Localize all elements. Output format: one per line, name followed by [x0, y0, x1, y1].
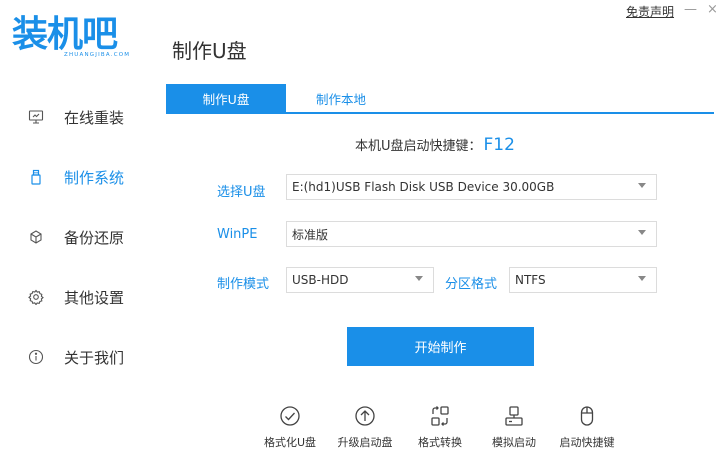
usb-select-value: E:(hd1)USB Flash Disk USB Device 30.00GB: [292, 180, 555, 194]
monitor-icon: [26, 107, 46, 127]
chevron-down-icon: [638, 230, 646, 235]
tool-label: 格式化U盘: [263, 436, 317, 449]
tab-make-local[interactable]: 制作本地: [286, 84, 396, 112]
tool-label: 启动快捷键: [559, 436, 615, 449]
start-button[interactable]: 开始制作: [347, 327, 534, 366]
tool-upgrade-bootdisk[interactable]: 升级启动盘: [330, 404, 400, 450]
partition-select[interactable]: NTFS: [509, 267, 657, 293]
mode-select[interactable]: USB-HDD: [286, 267, 434, 293]
tool-label: 升级启动盘: [337, 436, 393, 449]
close-button[interactable]: ×: [707, 2, 718, 17]
sidebar-item-backup-restore[interactable]: 备份还原: [0, 217, 165, 257]
partition-label: 分区格式: [445, 277, 498, 292]
winpe-select-value: 标准版: [292, 227, 329, 242]
sidebar-item-make-system[interactable]: 制作系统: [0, 157, 165, 197]
sidebar-item-online-reinstall[interactable]: 在线重装: [0, 97, 165, 137]
hotkey-info: 本机U盘启动快捷键： F12: [355, 135, 515, 155]
chevron-down-icon: [415, 276, 423, 281]
winpe-select[interactable]: 标准版: [286, 221, 657, 247]
logo-text: 装机吧: [12, 13, 118, 55]
upgrade-icon: [353, 404, 377, 428]
tool-format-usb[interactable]: 格式化U盘: [255, 404, 325, 450]
gear-icon: [26, 287, 46, 307]
tab-bar: 制作U盘 制作本地: [166, 84, 714, 114]
mode-label: 制作模式: [217, 277, 270, 292]
mode-select-value: USB-HDD: [292, 273, 349, 287]
sidebar-item-label: 其他设置: [64, 288, 125, 307]
sidebar-item-label: 备份还原: [64, 228, 125, 247]
backup-icon: [26, 227, 46, 247]
tool-format-convert[interactable]: 格式转换: [405, 404, 475, 450]
convert-icon: [428, 404, 452, 428]
sidebar-item-label: 关于我们: [64, 348, 125, 367]
tool-label: 格式转换: [418, 436, 462, 449]
sidebar-item-label: 在线重装: [64, 108, 125, 127]
minimize-button[interactable]: —: [684, 2, 697, 17]
logo: 装机吧 ZHUANGJIBA.COM: [12, 14, 152, 66]
sidebar-item-about-us[interactable]: 关于我们: [0, 337, 165, 377]
sidebar-item-label: 制作系统: [64, 168, 125, 187]
tool-label: 模拟启动: [492, 436, 536, 449]
usb-label: 选择U盘: [217, 185, 266, 200]
info-icon: [26, 347, 46, 367]
chevron-down-icon: [638, 183, 646, 188]
hotkey-text: 本机U盘启动快捷键：: [355, 139, 482, 154]
logo-subtext: ZHUANGJIBA.COM: [64, 52, 131, 58]
partition-select-value: NTFS: [515, 273, 546, 287]
simulate-icon: [502, 404, 526, 428]
tool-simulate-boot[interactable]: 模拟启动: [479, 404, 549, 450]
disclaimer-link[interactable]: 免责声明: [626, 3, 674, 20]
check-circle-icon: [278, 404, 302, 428]
sidebar: 装机吧 ZHUANGJIBA.COM 在线重装 制作系统 备份还原 其他设置 关…: [0, 0, 165, 457]
page-title: 制作U盘: [172, 39, 247, 63]
winpe-label: WinPE: [217, 227, 258, 242]
tool-boot-hotkey[interactable]: 启动快捷键: [552, 404, 622, 450]
mouse-icon: [575, 404, 599, 428]
usb-select[interactable]: E:(hd1)USB Flash Disk USB Device 30.00GB: [286, 174, 657, 200]
chevron-down-icon: [638, 276, 646, 281]
usb-drive-icon: [26, 167, 46, 187]
hotkey-key: F12: [483, 135, 515, 155]
tab-make-usb[interactable]: 制作U盘: [166, 84, 286, 112]
sidebar-item-other-settings[interactable]: 其他设置: [0, 277, 165, 317]
